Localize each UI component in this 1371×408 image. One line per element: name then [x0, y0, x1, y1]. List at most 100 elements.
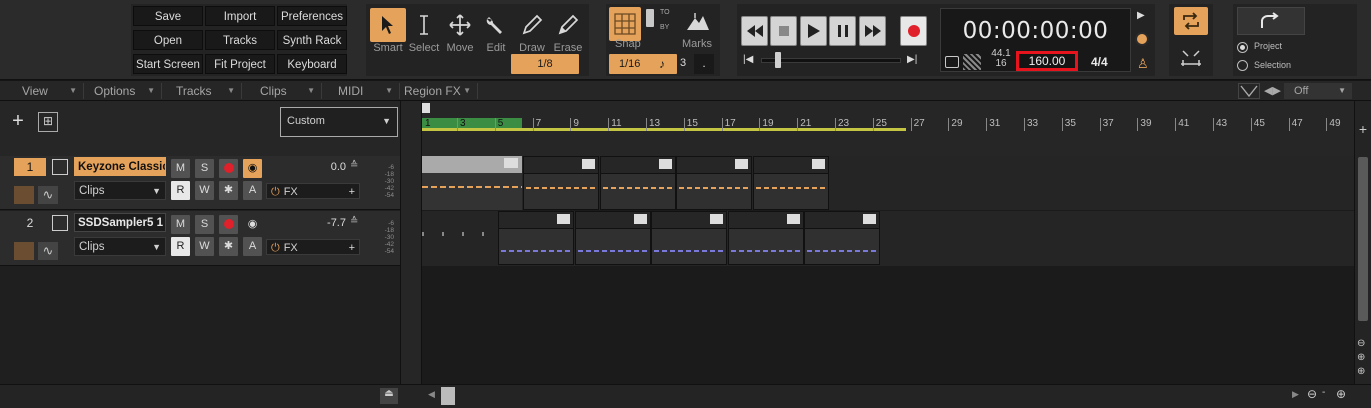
- project-radio[interactable]: [1237, 42, 1248, 53]
- clip-flag-icon[interactable]: [735, 159, 748, 169]
- audio-engine-icon[interactable]: [963, 54, 981, 70]
- import-button[interactable]: Import: [205, 6, 275, 26]
- clip-header[interactable]: [805, 212, 879, 229]
- clips-dropdown[interactable]: Clips ▼: [74, 237, 166, 256]
- clip-header[interactable]: [728, 212, 803, 229]
- volume-readout[interactable]: -7.7: [300, 217, 346, 229]
- lane-arrows-icon[interactable]: ◀▶: [1264, 84, 1281, 97]
- midi-clip[interactable]: [676, 156, 752, 210]
- midi-clip[interactable]: [651, 211, 727, 265]
- collapse-up-icon[interactable]: ⏏: [380, 388, 398, 404]
- scroll-left-icon[interactable]: ◀: [428, 389, 435, 400]
- clips-menu[interactable]: Clips ▼: [250, 83, 322, 99]
- midi-clip[interactable]: [599, 156, 676, 210]
- open-button[interactable]: Open: [133, 30, 203, 50]
- region-fx-menu[interactable]: Region FX ▼: [394, 83, 478, 99]
- arm-button[interactable]: [219, 159, 238, 178]
- stop-button[interactable]: [770, 16, 797, 46]
- power-icon[interactable]: ⏻: [267, 186, 284, 198]
- pane-splitter[interactable]: [400, 101, 422, 384]
- track-name[interactable]: Keyzone Classic: [74, 157, 166, 176]
- midi-clip[interactable]: [804, 211, 880, 265]
- clip-header[interactable]: [575, 212, 650, 229]
- loop-toggle[interactable]: [1174, 7, 1208, 35]
- envelope-icon[interactable]: [1238, 83, 1260, 99]
- snap-toggle[interactable]: [609, 7, 641, 41]
- scroll-right-icon[interactable]: ▶: [1292, 389, 1299, 400]
- horizontal-scroll-thumb[interactable]: [441, 387, 455, 405]
- track-number[interactable]: 1: [14, 158, 46, 176]
- track-row[interactable]: 2 SSDSampler5 1 ∿ Clips ▼ M S ◉ R W ✱ A -…: [0, 211, 400, 266]
- automation-button[interactable]: A: [243, 237, 262, 256]
- midi-clip[interactable]: [727, 211, 804, 265]
- preferences-button[interactable]: Preferences: [277, 6, 347, 26]
- tracks-menu[interactable]: Tracks ▼: [166, 83, 242, 99]
- midi-clip[interactable]: [574, 211, 651, 265]
- marks-value[interactable]: 3: [680, 57, 686, 69]
- snapshot-button[interactable]: ✱: [219, 181, 238, 200]
- solo-button[interactable]: S: [195, 159, 214, 178]
- snap-resolution-dropdown[interactable]: 1/16 ♪: [609, 54, 677, 74]
- metronome-icon[interactable]: ♙: [1137, 56, 1149, 72]
- track-controls-preset[interactable]: Custom ▼: [280, 107, 398, 137]
- loop-fit-icon[interactable]: [1179, 48, 1203, 68]
- rewind-button[interactable]: [741, 16, 768, 46]
- clip-flag-icon[interactable]: [786, 214, 800, 224]
- read-automation-button[interactable]: R: [171, 181, 190, 200]
- marks-button[interactable]: [682, 7, 714, 35]
- volume-arrows-icon[interactable]: ≙: [350, 216, 358, 227]
- midi-clip[interactable]: [523, 156, 599, 210]
- selection-radio[interactable]: [1237, 60, 1248, 71]
- track-icon[interactable]: [52, 159, 68, 175]
- add-track-icon[interactable]: +: [8, 111, 28, 132]
- meter-field[interactable]: 4/4: [1091, 55, 1108, 69]
- power-icon[interactable]: ⏻: [267, 242, 284, 254]
- clip-flag-icon[interactable]: [710, 214, 723, 224]
- marks-dot-button[interactable]: .: [694, 54, 714, 74]
- clip-header[interactable]: [652, 212, 726, 229]
- clip-flag-icon[interactable]: [658, 159, 672, 169]
- save-button[interactable]: Save: [133, 6, 203, 26]
- transport-expand-icon[interactable]: ▶: [1137, 10, 1145, 21]
- pause-button[interactable]: [829, 16, 856, 46]
- time-ruler[interactable]: 1 3 5 7 9 11 13 15 17 19 21 23 25 27 29 31 33 35 37 39 41 43 4…: [422, 101, 1354, 156]
- clip-flag-icon[interactable]: [863, 214, 876, 224]
- zoom-out-icon[interactable]: ⊖: [1307, 387, 1317, 401]
- track-number[interactable]: 2: [14, 214, 46, 232]
- midi-menu[interactable]: MIDI ▼: [328, 83, 400, 99]
- zoom-in-icon[interactable]: ⊕: [1336, 387, 1346, 401]
- mute-button[interactable]: M: [171, 215, 190, 234]
- go-to-start-icon[interactable]: |◀: [743, 54, 753, 65]
- fx-add-icon[interactable]: +: [349, 240, 355, 256]
- midi-clip[interactable]: [752, 156, 829, 210]
- now-time-slider-thumb[interactable]: [775, 52, 781, 68]
- clip-header[interactable]: [677, 157, 751, 174]
- move-tool[interactable]: Move: [442, 8, 478, 64]
- clip-header[interactable]: [524, 157, 598, 174]
- write-automation-button[interactable]: W: [195, 181, 214, 200]
- now-time-slider[interactable]: [761, 58, 901, 63]
- fast-forward-button[interactable]: [859, 16, 886, 46]
- fx-bin[interactable]: ⏻ FX +: [266, 183, 360, 199]
- automation-icon[interactable]: ∿: [38, 186, 58, 204]
- zoom-slider-icon[interactable]: -: [1322, 387, 1325, 398]
- add-track-menu-icon[interactable]: ⊞: [38, 112, 58, 132]
- mute-button[interactable]: M: [171, 159, 190, 178]
- track-collapse-icon[interactable]: [14, 186, 34, 204]
- clip-flag-icon[interactable]: [557, 214, 570, 224]
- tempo-field[interactable]: 160.00: [1016, 51, 1078, 71]
- edit-tool[interactable]: Edit: [478, 8, 514, 64]
- fit-project-button[interactable]: Fit Project: [205, 54, 275, 74]
- clip-flag-icon[interactable]: [811, 159, 825, 169]
- track-name[interactable]: SSDSampler5 1: [74, 213, 166, 232]
- input-echo-button[interactable]: ◉: [243, 215, 262, 234]
- clip-flag-icon[interactable]: [633, 214, 647, 224]
- volume-readout[interactable]: 0.0: [300, 161, 346, 173]
- lane-dropdown[interactable]: Off ▼: [1284, 83, 1352, 99]
- time-readout[interactable]: 00:00:00:00: [941, 18, 1130, 44]
- fx-add-icon[interactable]: +: [349, 184, 355, 200]
- midi-clip[interactable]: [422, 156, 522, 210]
- add-lane-icon[interactable]: +: [1355, 121, 1371, 137]
- automation-button[interactable]: A: [243, 181, 262, 200]
- solo-button[interactable]: S: [195, 215, 214, 234]
